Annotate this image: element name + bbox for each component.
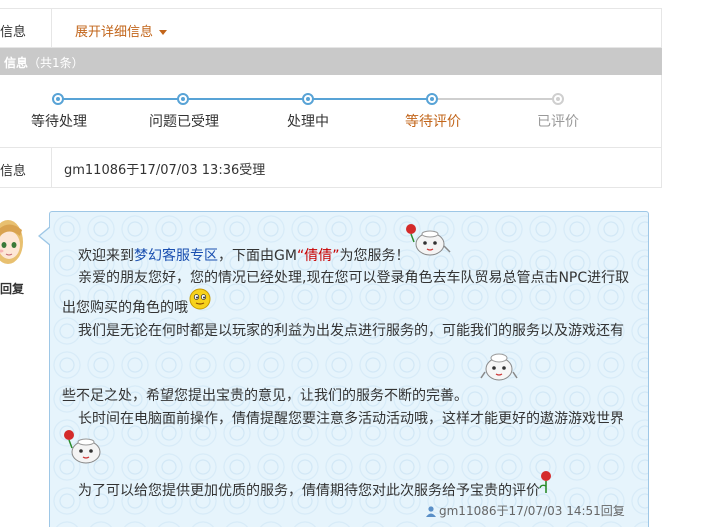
message-serve: 为您服务！ bbox=[339, 248, 410, 264]
row-divider bbox=[51, 148, 52, 187]
expand-details-link[interactable]: 展开详细信息 bbox=[75, 21, 168, 40]
step-label-waiting: 等待处理 bbox=[31, 114, 87, 130]
ghost-flower-emoticon-2 bbox=[64, 430, 101, 464]
reply-label: 回复 bbox=[0, 282, 25, 296]
step-label-awaiting-review: 等待评价 bbox=[405, 114, 461, 130]
step-label-processing: 处理中 bbox=[287, 114, 329, 130]
progress-section-title: 信息（共1条） bbox=[4, 54, 84, 71]
message-line-2: 亲爱的朋友您好，您的情况已经处理,现在您可以登录角色去车队贸易总管点击NPC进行… bbox=[78, 270, 630, 286]
caret-down-icon bbox=[159, 30, 168, 35]
accepted-info-row: 信息 gm11086于17/07/03 13:36受理 bbox=[0, 147, 662, 188]
user-icon bbox=[426, 506, 436, 517]
message-line-6: 长时间在电脑面前操作，倩倩提醒您要注意多活动活动哦，这样才能更好的遨游游戏世界 bbox=[78, 411, 624, 427]
ghost-flower-emoticon bbox=[406, 224, 451, 256]
step-dot-3 bbox=[302, 93, 314, 105]
message-line-7: 为了可以给您提供更加优质的服务，倩倩期待您对此次服务给予宝贵的评价 bbox=[78, 483, 540, 499]
smiley-emoticon bbox=[189, 288, 211, 310]
message-line-1: 欢迎来到梦幻客服专区，下面由GM“倩倩”为您服务！ bbox=[78, 245, 409, 265]
message-gm-prefix: ，下面由GM bbox=[218, 248, 297, 264]
service-zone-link[interactable]: 梦幻客服专区 bbox=[134, 248, 218, 264]
detail-info-row: 信息 展开详细信息 bbox=[0, 8, 662, 48]
row-divider bbox=[51, 9, 52, 47]
bubble-tail bbox=[40, 227, 51, 245]
progress-line-done bbox=[58, 98, 432, 100]
expand-details-label[interactable]: 展开详细信息 bbox=[75, 25, 153, 40]
rose-icon bbox=[539, 471, 551, 493]
gm-name: “倩倩” bbox=[296, 248, 340, 264]
reply-footer: gm11086于17/07/03 14:51回复 bbox=[426, 502, 625, 519]
reply-footer-text: gm11086于17/07/03 14:51回复 bbox=[439, 504, 625, 518]
progress-line-todo bbox=[432, 98, 558, 100]
step-dot-2 bbox=[177, 93, 189, 105]
detail-info-label: 信息 bbox=[0, 25, 27, 40]
progress-section-title-text: 信息 bbox=[4, 56, 29, 70]
ghost-emoticon bbox=[480, 353, 518, 381]
message-line-3: 出您购买的角色的哦 bbox=[62, 300, 188, 316]
progress-steps: 等待处理 问题已受理 处理中 等待评价 已评价 bbox=[0, 75, 662, 147]
progress-section-count: （共1条） bbox=[28, 56, 84, 70]
step-dot-5 bbox=[552, 93, 564, 105]
progress-section-header: 信息（共1条） bbox=[0, 48, 662, 75]
message-line-5: 些不足之处，希望您提出宝贵的意见，让我们的服务不断的完善。 bbox=[62, 388, 468, 404]
step-dot-1 bbox=[52, 93, 64, 105]
gm-avatar bbox=[0, 220, 23, 264]
message-line-4: 我们是无论在何时都是以玩家的利益为出发点进行服务的，可能我们的服务以及游戏还有 bbox=[78, 323, 624, 339]
accepted-info-label: 信息 bbox=[0, 164, 27, 179]
message-welcome: 欢迎来到 bbox=[78, 248, 134, 264]
step-label-reviewed: 已评价 bbox=[537, 114, 579, 130]
step-label-accepted: 问题已受理 bbox=[149, 114, 219, 130]
step-dot-4 bbox=[426, 93, 438, 105]
accepted-info-value: gm11086于17/07/03 13:36受理 bbox=[64, 163, 266, 178]
